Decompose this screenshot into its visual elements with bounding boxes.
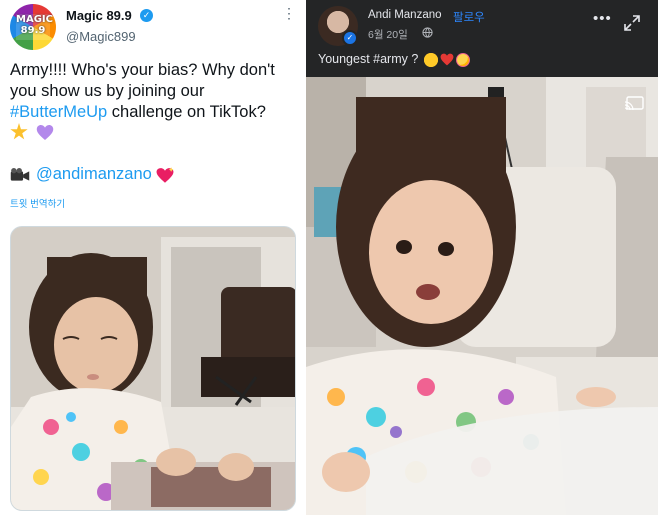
tweet-text-line-2: you show us by joining our xyxy=(10,82,205,100)
tweet-video[interactable] xyxy=(10,226,296,511)
tweet-text-line-3: #ButterMeUp challenge on TikTok? xyxy=(10,102,300,123)
star-icon xyxy=(10,123,28,140)
tweet-text-line-1: Army!!!! Who's your bias? Why don't xyxy=(10,61,275,79)
post-video-frame xyxy=(306,77,658,515)
mention-link[interactable]: @andimanzano xyxy=(36,165,152,183)
more-icon[interactable]: ⋮ xyxy=(282,5,296,22)
star-struck-emoji-icon xyxy=(423,52,438,67)
tweet-emoji-line xyxy=(10,123,54,141)
purple-heart-icon xyxy=(37,124,54,140)
post-caption: Youngest #army ? xyxy=(318,52,470,67)
sparkling-heart-icon xyxy=(156,166,174,183)
tweet-avatar[interactable]: MAGIC 89.9 xyxy=(10,4,56,50)
tweet-handle[interactable]: @Magic899 xyxy=(66,29,136,44)
smiling-face-with-hearts-icon xyxy=(455,52,470,67)
cast-icon[interactable] xyxy=(624,96,644,110)
verified-badge-icon: ✓ xyxy=(140,9,153,22)
verified-badge-icon: ✓ xyxy=(342,30,358,46)
author-name[interactable]: Andi Manzano xyxy=(368,9,442,21)
follow-button[interactable]: 팔로우 xyxy=(453,9,485,25)
tweet-mention-line: @andimanzano xyxy=(10,165,175,184)
caption-text: Youngest #army ? xyxy=(318,52,419,66)
screenshot-root: MAGIC 89.9 Magic 89.9 ✓ @Magic899 ⋮ Army… xyxy=(0,0,658,515)
post-date[interactable]: 6월 20일 xyxy=(368,27,408,42)
more-icon[interactable]: ••• xyxy=(593,10,612,27)
tweet-text: Army!!!! Who's your bias? Why don't you … xyxy=(10,60,300,123)
post-video[interactable] xyxy=(306,77,658,515)
tweet-card: MAGIC 89.9 Magic 89.9 ✓ @Magic899 ⋮ Army… xyxy=(0,0,306,515)
facebook-post: ✓ Andi Manzano 팔로우 6월 20일 ••• Youngest #… xyxy=(306,0,658,515)
video-camera-icon xyxy=(10,168,30,181)
tweet-video-frame xyxy=(11,227,295,510)
globe-icon xyxy=(422,27,433,38)
translate-tweet-link[interactable]: 트윗 번역하기 xyxy=(10,196,65,210)
tweet-account-name[interactable]: Magic 89.9 xyxy=(66,8,132,23)
hashtag-link[interactable]: #ButterMeUp xyxy=(10,103,107,121)
expand-icon[interactable] xyxy=(624,15,640,31)
tweet-text-line-3-rest: challenge on TikTok? xyxy=(107,103,266,121)
avatar-logo-text: MAGIC 89.9 xyxy=(16,14,53,40)
red-heart-icon xyxy=(440,53,454,66)
